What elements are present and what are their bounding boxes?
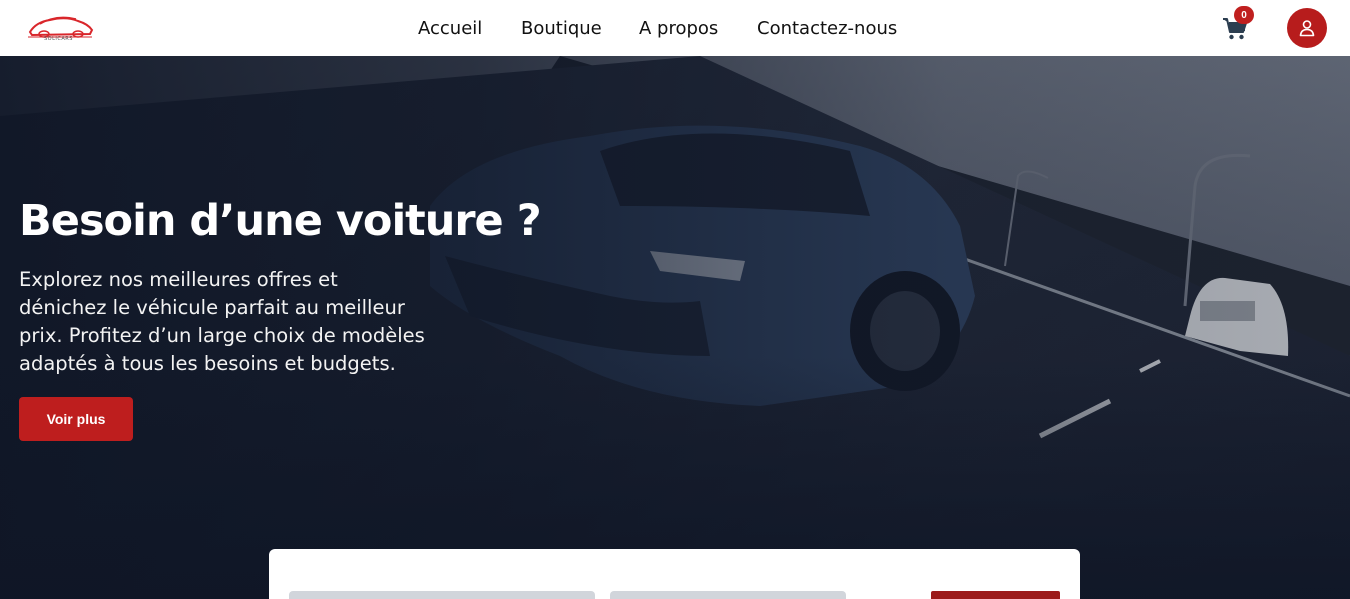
- logo-wordmark: SOLICARS: [44, 36, 73, 42]
- nav-contact[interactable]: Contactez-nous: [757, 18, 897, 39]
- search-card: [269, 549, 1080, 599]
- search-field-model[interactable]: [610, 591, 846, 599]
- hero-section: Besoin d’une voiture ? Explorez nos meil…: [0, 56, 1350, 599]
- user-account-button[interactable]: [1287, 8, 1327, 48]
- search-field-brand[interactable]: [289, 591, 595, 599]
- search-button[interactable]: [931, 591, 1060, 599]
- hero-description: Explorez nos meilleures offres et dénich…: [19, 268, 425, 375]
- hero-title: Besoin d’une voiture ?: [19, 196, 542, 246]
- nav-boutique[interactable]: Boutique: [521, 18, 602, 39]
- site-header: SOLICARS Accueil Boutique A propos Conta…: [0, 0, 1350, 56]
- cart-count-badge: 0: [1234, 6, 1254, 24]
- voir-plus-button[interactable]: Voir plus: [19, 397, 133, 441]
- nav-accueil[interactable]: Accueil: [418, 18, 482, 39]
- user-icon: [1299, 20, 1315, 37]
- nav-a-propos[interactable]: A propos: [639, 18, 718, 39]
